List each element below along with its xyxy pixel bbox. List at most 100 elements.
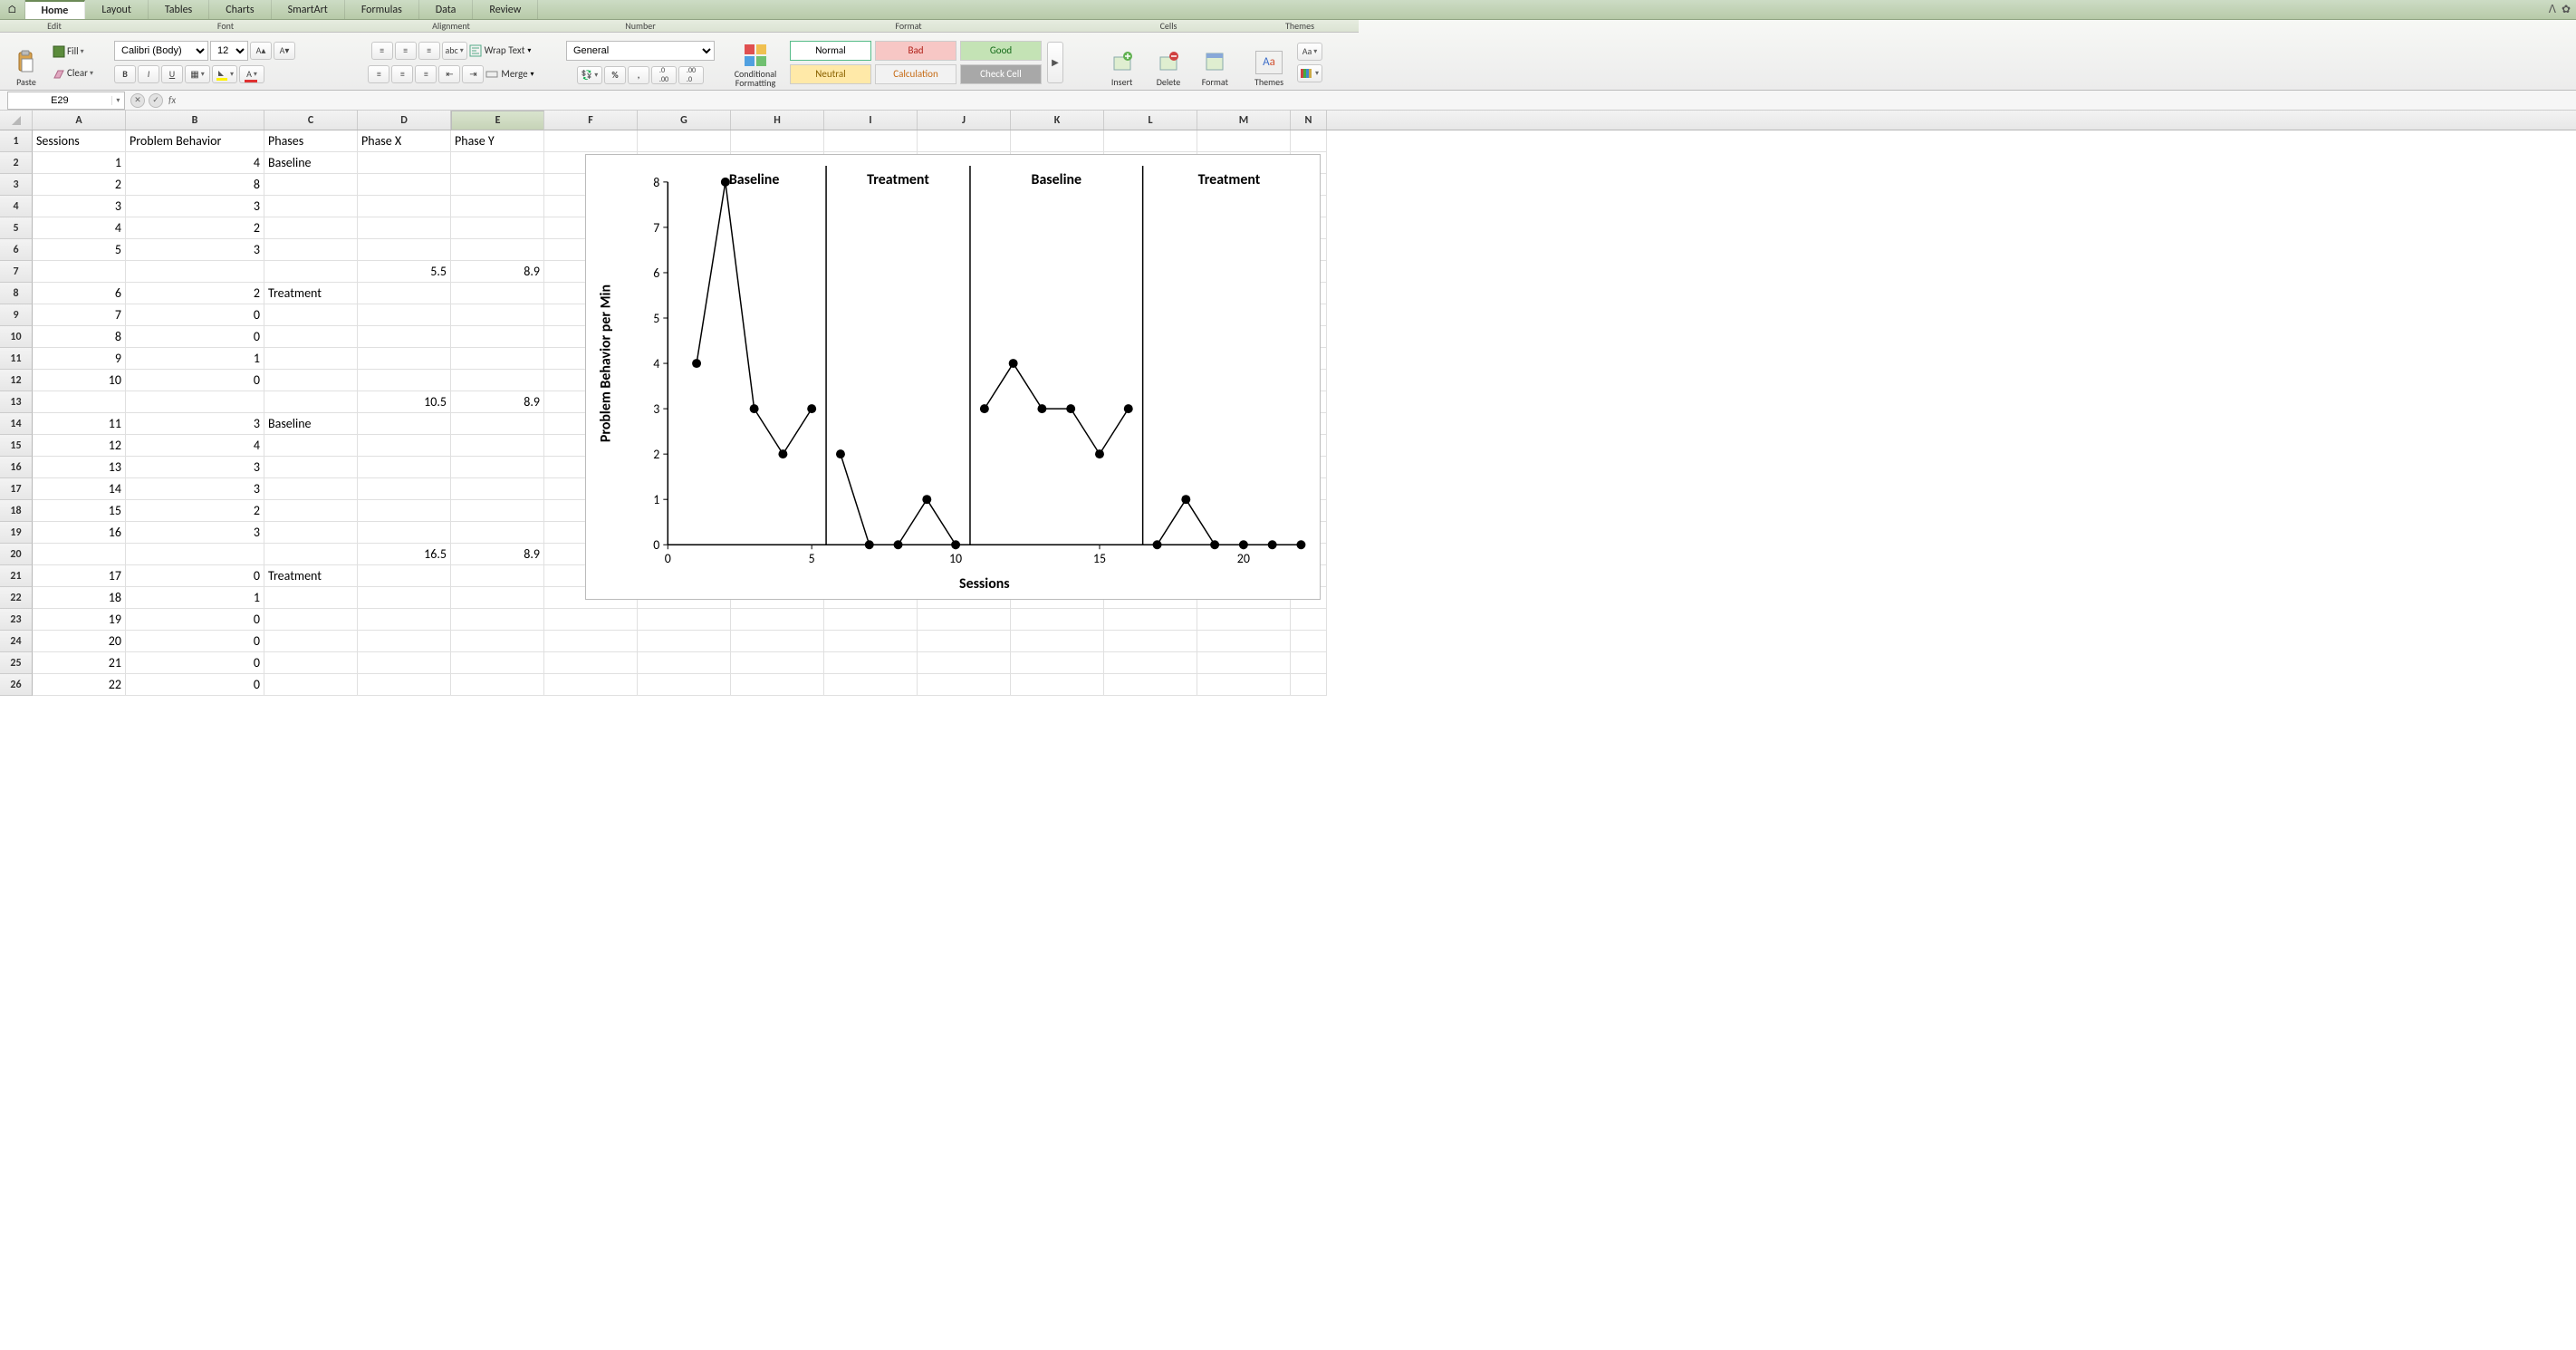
cell-E3[interactable] (451, 174, 544, 196)
cell-A22[interactable]: 18 (33, 587, 126, 609)
cell-D13[interactable]: 10.5 (358, 391, 451, 413)
row-header[interactable]: 16 (0, 457, 33, 478)
cell-C15[interactable] (264, 435, 358, 457)
cell-A10[interactable]: 8 (33, 326, 126, 348)
cell-D17[interactable] (358, 478, 451, 500)
row-header[interactable]: 21 (0, 565, 33, 587)
row-header[interactable]: 22 (0, 587, 33, 609)
row-header[interactable]: 25 (0, 652, 33, 674)
style-check-cell[interactable]: Check Cell (960, 64, 1042, 84)
cell-A19[interactable]: 16 (33, 522, 126, 544)
cell-B2[interactable]: 4 (126, 152, 264, 174)
decrease-font-button[interactable]: A▾ (274, 42, 295, 60)
cell-B25[interactable]: 0 (126, 652, 264, 674)
select-all-corner[interactable] (0, 111, 33, 130)
cell-E5[interactable] (451, 217, 544, 239)
paste-button[interactable]: Paste (5, 37, 47, 88)
cell-B13[interactable] (126, 391, 264, 413)
cell-D1[interactable]: Phase X (358, 130, 451, 152)
cell-A20[interactable] (33, 544, 126, 565)
cell-C24[interactable] (264, 631, 358, 652)
cell-A14[interactable]: 11 (33, 413, 126, 435)
accept-formula-icon[interactable]: ✓ (149, 93, 163, 108)
cell-E19[interactable] (451, 522, 544, 544)
cell-E20[interactable]: 8.9 (451, 544, 544, 565)
column-header-M[interactable]: M (1197, 111, 1291, 130)
cell-A26[interactable]: 22 (33, 674, 126, 696)
cell-B1[interactable]: Problem Behavior (126, 130, 264, 152)
cell-C13[interactable] (264, 391, 358, 413)
style-calculation[interactable]: Calculation (875, 64, 956, 84)
row-header[interactable]: 9 (0, 304, 33, 326)
cell-D14[interactable] (358, 413, 451, 435)
embedded-chart[interactable]: 01234567805101520BaselineTreatmentBaseli… (585, 154, 1321, 600)
cell-K24[interactable] (1011, 631, 1104, 652)
cell-N1[interactable] (1291, 130, 1327, 152)
row-header[interactable]: 2 (0, 152, 33, 174)
column-header-L[interactable]: L (1104, 111, 1197, 130)
cell-H23[interactable] (731, 609, 824, 631)
cell-H25[interactable] (731, 652, 824, 674)
align-bottom-button[interactable]: ≡ (418, 42, 440, 60)
cell-B19[interactable]: 3 (126, 522, 264, 544)
insert-cells-button[interactable]: Insert (1101, 37, 1142, 88)
font-name-select[interactable]: Calibri (Body) (114, 41, 208, 61)
cell-D25[interactable] (358, 652, 451, 674)
column-header-H[interactable]: H (731, 111, 824, 130)
cell-A16[interactable]: 13 (33, 457, 126, 478)
cell-I23[interactable] (824, 609, 918, 631)
cell-F26[interactable] (544, 674, 638, 696)
cell-C4[interactable] (264, 196, 358, 217)
format-cells-button[interactable]: Format (1195, 37, 1235, 88)
column-header-F[interactable]: F (544, 111, 638, 130)
cell-A8[interactable]: 6 (33, 283, 126, 304)
styles-more-button[interactable]: ▶ (1047, 42, 1063, 83)
cell-B23[interactable]: 0 (126, 609, 264, 631)
underline-button[interactable]: U (161, 65, 183, 83)
cell-K25[interactable] (1011, 652, 1104, 674)
style-normal[interactable]: Normal (790, 41, 871, 61)
cell-C16[interactable] (264, 457, 358, 478)
row-header[interactable]: 26 (0, 674, 33, 696)
cell-A17[interactable]: 14 (33, 478, 126, 500)
cell-D7[interactable]: 5.5 (358, 261, 451, 283)
italic-button[interactable]: I (138, 65, 159, 83)
tab-home[interactable]: Home (25, 0, 86, 19)
cell-D20[interactable]: 16.5 (358, 544, 451, 565)
cell-B15[interactable]: 4 (126, 435, 264, 457)
style-neutral[interactable]: Neutral (790, 64, 871, 84)
cell-G25[interactable] (638, 652, 731, 674)
cell-C22[interactable] (264, 587, 358, 609)
cell-E18[interactable] (451, 500, 544, 522)
tab-tables[interactable]: Tables (149, 0, 209, 19)
row-header[interactable]: 24 (0, 631, 33, 652)
cell-A24[interactable]: 20 (33, 631, 126, 652)
column-header-N[interactable]: N (1291, 111, 1327, 130)
row-header[interactable]: 3 (0, 174, 33, 196)
increase-font-button[interactable]: A▴ (250, 42, 272, 60)
row-header[interactable]: 1 (0, 130, 33, 152)
row-header[interactable]: 17 (0, 478, 33, 500)
cell-N23[interactable] (1291, 609, 1327, 631)
row-header[interactable]: 10 (0, 326, 33, 348)
cell-D21[interactable] (358, 565, 451, 587)
cell-C19[interactable] (264, 522, 358, 544)
cell-B7[interactable] (126, 261, 264, 283)
fill-color-button[interactable] (212, 65, 237, 83)
cell-D19[interactable] (358, 522, 451, 544)
formula-input[interactable] (179, 92, 2576, 110)
cell-M1[interactable] (1197, 130, 1291, 152)
tab-charts[interactable]: Charts (209, 0, 271, 19)
cell-E4[interactable] (451, 196, 544, 217)
cell-A11[interactable]: 9 (33, 348, 126, 370)
cell-E9[interactable] (451, 304, 544, 326)
cell-C2[interactable]: Baseline (264, 152, 358, 174)
comma-button[interactable]: , (628, 66, 649, 84)
cell-D16[interactable] (358, 457, 451, 478)
worksheet[interactable]: ABCDEFGHIJKLMN 1SessionsProblem Behavior… (0, 111, 2576, 696)
cell-B10[interactable]: 0 (126, 326, 264, 348)
cell-E13[interactable]: 8.9 (451, 391, 544, 413)
cell-B11[interactable]: 1 (126, 348, 264, 370)
cell-I24[interactable] (824, 631, 918, 652)
cell-M26[interactable] (1197, 674, 1291, 696)
